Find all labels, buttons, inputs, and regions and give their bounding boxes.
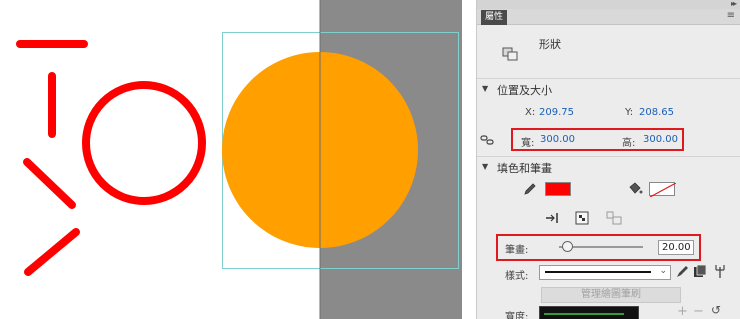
chevron-down-icon: ⌄ — [659, 266, 667, 276]
y-label: Y: — [625, 107, 634, 118]
width-profile-dropdown[interactable] — [539, 306, 639, 319]
stroke-width-profile-label: 寬度: — [505, 312, 529, 319]
object-type-label: 形狀 — [539, 38, 561, 51]
fill-color-swatch[interactable] — [649, 182, 677, 198]
brush-options-icon[interactable] — [713, 264, 727, 279]
properties-panel: ▸▸ 屬性 ≡ 形狀 ▼ 位置及大小 X: 209.75 Y: 208.65 寬… — [476, 0, 740, 319]
stroke-label: 筆畫: — [505, 245, 529, 256]
library-icon[interactable] — [693, 265, 707, 279]
canvas-area[interactable] — [0, 0, 462, 319]
height-value[interactable]: 300.00 — [643, 134, 678, 145]
red-circle-outline[interactable] — [82, 81, 206, 205]
canvas-drawing[interactable] — [0, 0, 462, 319]
red-diagonal-line-down[interactable] — [23, 158, 76, 209]
width-label: 寬: — [521, 138, 535, 149]
divider-gap — [462, 0, 476, 319]
x-value[interactable]: 209.75 — [539, 107, 574, 118]
section-position-size[interactable]: ▼ 位置及大小 — [477, 78, 740, 98]
height-label: 高: — [622, 138, 636, 149]
x-label: X: — [525, 107, 536, 118]
stroke-style-preview — [545, 271, 651, 273]
stroke-style-dropdown[interactable]: ⌄ — [539, 265, 671, 280]
y-value[interactable]: 208.65 — [639, 107, 674, 118]
no-color-icon — [649, 182, 677, 198]
width-profile-preview — [544, 313, 624, 315]
minus-icon[interactable]: − — [693, 304, 704, 319]
red-diagonal-line-up[interactable] — [24, 228, 80, 276]
width-value[interactable]: 300.00 — [540, 134, 575, 145]
panel-top-strip: ▸▸ — [477, 0, 740, 9]
pencil-icon — [524, 183, 536, 195]
manage-brushes-button[interactable]: 管理繪圖筆刷 — [541, 287, 681, 303]
stroke-color-swatch[interactable] — [545, 182, 571, 196]
triangle-down-icon: ▼ — [482, 162, 489, 171]
section-fill-stroke[interactable]: ▼ 填色和筆畫 — [477, 156, 740, 176]
panel-tab-bar: 屬性 ≡ — [477, 9, 740, 25]
brush-icon[interactable] — [675, 265, 689, 279]
tab-properties[interactable]: 屬性 — [481, 10, 508, 25]
plus-icon[interactable]: + — [677, 304, 688, 319]
stroke-width-input[interactable]: 20.00 — [658, 240, 694, 255]
shape-icon — [502, 47, 518, 61]
scale-icon[interactable] — [605, 211, 623, 225]
style-label: 樣式: — [505, 271, 529, 282]
section-title: 位置及大小 — [497, 84, 552, 97]
section-title: 填色和筆畫 — [497, 162, 552, 175]
refresh-icon[interactable]: ↺ — [711, 303, 721, 317]
join-icon[interactable] — [575, 211, 589, 225]
paint-bucket-icon — [629, 182, 643, 194]
link-icon[interactable] — [480, 134, 494, 146]
menu-icon[interactable]: ≡ — [727, 10, 735, 21]
cap-icon[interactable] — [545, 212, 559, 224]
triangle-down-icon: ▼ — [482, 84, 489, 93]
collapse-icon[interactable]: ▸▸ — [731, 0, 737, 8]
